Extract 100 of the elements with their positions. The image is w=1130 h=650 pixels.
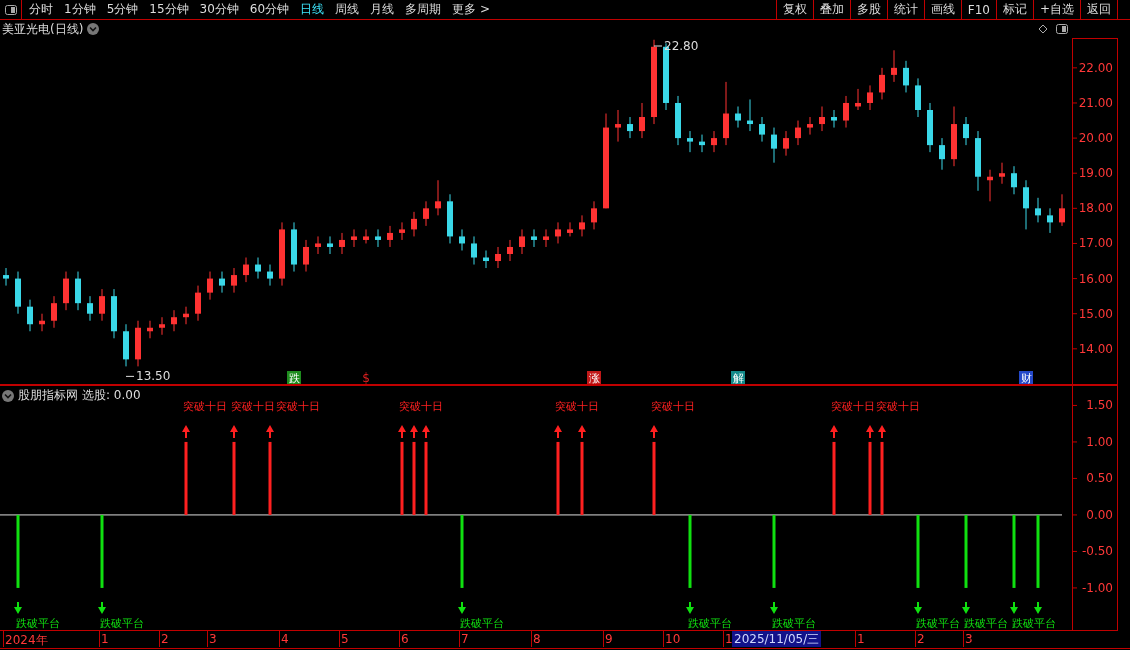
period-tab[interactable]: 30分钟 [199, 1, 239, 18]
candlestick [735, 106, 741, 129]
period-tab[interactable]: 60分钟 [249, 1, 290, 18]
axis-label: 0.00 [1086, 507, 1113, 522]
collapse-icon[interactable] [2, 389, 14, 402]
period-tab[interactable]: 周线 [335, 1, 360, 18]
axis-label: 22.00 [1078, 60, 1113, 75]
candlestick [579, 214, 585, 237]
candlestick [687, 130, 693, 153]
candlestick [315, 235, 321, 255]
period-tab[interactable]: 月线 [370, 1, 395, 18]
date-label: 1 [725, 632, 733, 646]
toolbar-button[interactable]: +自选 [1032, 0, 1080, 19]
candlestick [27, 299, 33, 332]
candlestick [951, 106, 957, 167]
axis-label: 1.50 [1086, 398, 1113, 413]
candlestick [819, 106, 825, 132]
candlestick [699, 134, 705, 153]
toolbar-button[interactable]: 返回 [1080, 0, 1118, 19]
period-tab[interactable]: 多周期 [405, 1, 442, 18]
axis-label: 19.00 [1078, 166, 1113, 181]
diamond-icon[interactable] [1038, 24, 1048, 34]
candlestick [159, 316, 165, 336]
cursor-date: 2025/11/05/三 [732, 631, 822, 647]
toolbar-button[interactable]: 画线 [923, 0, 961, 19]
axis-label: -1.00 [1081, 580, 1113, 595]
candlestick [831, 109, 837, 129]
period-tab[interactable]: 1分钟 [64, 1, 96, 18]
period-tab[interactable]: 更多 > [452, 1, 490, 18]
arrow-down-icon [458, 602, 466, 614]
signal-label: 跌破平台 [688, 617, 732, 630]
period-tab[interactable]: 分时 [29, 1, 53, 18]
candlestick [411, 211, 417, 237]
candlestick [279, 221, 285, 287]
dropdown-icon[interactable] [87, 23, 100, 35]
signal-label: 跌破平台 [1012, 617, 1056, 630]
candlestick [1035, 197, 1041, 223]
candlestick [1023, 179, 1029, 230]
candlestick [795, 120, 801, 146]
toolbar-button[interactable]: 标记 [995, 0, 1033, 19]
period-tab[interactable]: 日线 [300, 1, 325, 18]
signal-label: 突破十日 [276, 400, 320, 413]
arrow-up-icon [422, 424, 430, 438]
toolbar-button[interactable]: F10 [960, 0, 996, 19]
candlestick [195, 285, 201, 322]
candlestick [675, 95, 681, 146]
candlestick [627, 116, 633, 139]
toolbar-button[interactable]: 复权 [775, 0, 813, 19]
arrow-down-icon [98, 602, 106, 614]
candlestick [783, 130, 789, 157]
candlestick [711, 130, 717, 153]
panel-toggle-icon[interactable] [4, 4, 17, 15]
arrow-up-icon [554, 424, 562, 438]
arrow-up-icon [650, 424, 658, 438]
signal-label: 跌破平台 [16, 617, 60, 630]
arrow-up-icon [182, 424, 190, 438]
candlestick [771, 127, 777, 164]
panel-toggle-icon[interactable] [1056, 24, 1068, 34]
arrow-up-icon [410, 424, 418, 438]
axis-label: 0.50 [1086, 471, 1113, 486]
stock-title: 美亚光电(日线) [2, 20, 84, 38]
candlestick [975, 130, 981, 192]
event-marker[interactable]: $ [362, 371, 370, 385]
candlestick [339, 232, 345, 255]
toolbar-button[interactable]: 叠加 [812, 0, 850, 19]
period-tab[interactable]: 5分钟 [106, 1, 139, 18]
axis-label: 14.00 [1078, 341, 1113, 356]
arrow-up-icon [266, 424, 274, 438]
toolbar-button[interactable]: 多股 [849, 0, 887, 19]
candlestick [567, 221, 573, 237]
candlestick [867, 84, 873, 111]
arrow-down-icon [14, 602, 22, 614]
arrow-up-icon [578, 424, 586, 438]
annotation: 13.50 [136, 369, 171, 384]
candlestick [3, 267, 9, 287]
axis-label: -0.50 [1081, 544, 1113, 559]
period-tab[interactable]: 15分钟 [149, 1, 189, 18]
candlestick [1047, 207, 1053, 234]
candlestick [363, 228, 369, 244]
signal-label: 跌破平台 [916, 617, 960, 630]
candlestick [543, 228, 549, 248]
arrow-down-icon [914, 602, 922, 614]
candlestick [15, 271, 21, 315]
candlestick [255, 257, 261, 280]
signal-label: 突破十日 [876, 400, 920, 413]
date-label: 5 [341, 632, 349, 646]
signal-label: 突破十日 [831, 400, 875, 413]
candlestick [75, 271, 81, 311]
event-marker[interactable]: 解 [731, 371, 745, 385]
event-marker[interactable]: 涨 [587, 371, 601, 385]
event-marker[interactable]: 跌 [287, 371, 301, 385]
axis-label: 16.00 [1078, 271, 1113, 286]
date-label: 10 [665, 632, 681, 646]
arrow-down-icon [686, 602, 694, 614]
event-marker[interactable]: 财 [1019, 371, 1033, 385]
toolbar-button[interactable]: 统计 [886, 0, 924, 19]
date-label: 3 [209, 632, 217, 646]
candlestick [459, 228, 465, 251]
signal-label: 跌破平台 [964, 617, 1008, 630]
candlestick [879, 67, 885, 100]
